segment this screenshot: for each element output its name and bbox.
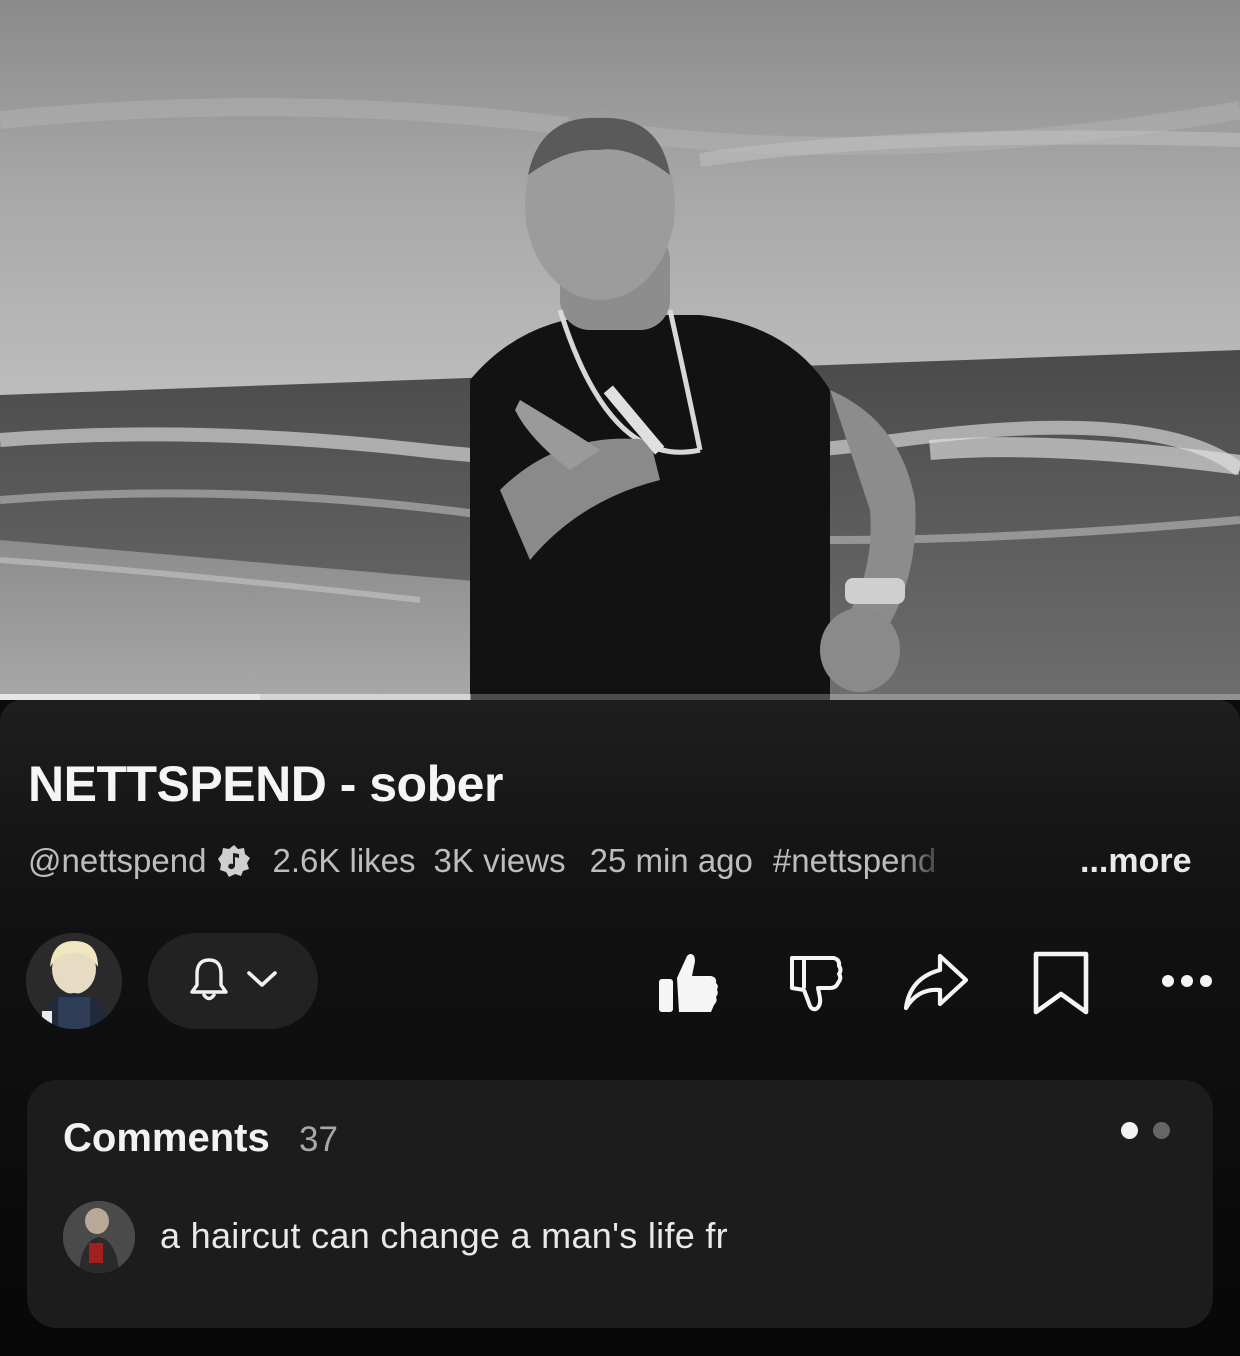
save-button[interactable]	[1026, 948, 1096, 1018]
upload-age: 25 min ago	[589, 842, 753, 879]
more-icon	[1152, 948, 1222, 1018]
more-options-button[interactable]	[1152, 948, 1222, 1018]
share-button[interactable]	[900, 948, 970, 1018]
bell-icon	[187, 955, 231, 1008]
video-player[interactable]	[0, 0, 1240, 700]
comments-card[interactable]: Comments 37 a haircut can change a man's…	[27, 1080, 1213, 1328]
channel-avatar[interactable]	[26, 933, 122, 1029]
channel-handle[interactable]: @nettspend	[28, 842, 206, 880]
like-button[interactable]	[653, 948, 723, 1018]
page-indicator-dot-active	[1121, 1122, 1138, 1139]
page-indicator-dot	[1153, 1122, 1170, 1139]
views-count: 3K views	[433, 842, 566, 879]
bookmark-icon	[1026, 948, 1096, 1018]
video-meta-row: @nettspend 2.6K likes 3K views 25 min ag…	[28, 838, 1218, 884]
video-title: NETTSPEND - sober	[28, 756, 503, 812]
video-frame	[0, 0, 1240, 700]
likes-count: 2.6K likes	[272, 842, 416, 879]
chevron-down-icon	[245, 968, 279, 995]
more-button[interactable]: ...more	[1080, 838, 1191, 884]
share-icon	[900, 948, 970, 1018]
notification-subscribe-button[interactable]	[148, 933, 318, 1029]
commenter-avatar[interactable]	[63, 1201, 135, 1273]
thumbs-up-icon	[653, 948, 723, 1018]
comments-count: 37	[299, 1120, 338, 1159]
dislike-button[interactable]	[778, 948, 848, 1018]
verified-music-badge-icon	[216, 843, 252, 879]
hashtag-link[interactable]: #nettspend	[773, 842, 951, 880]
top-comment-text: a haircut can change a man's life fr	[160, 1215, 728, 1256]
thumbs-down-icon	[778, 948, 848, 1018]
comments-title: Comments	[63, 1116, 270, 1160]
